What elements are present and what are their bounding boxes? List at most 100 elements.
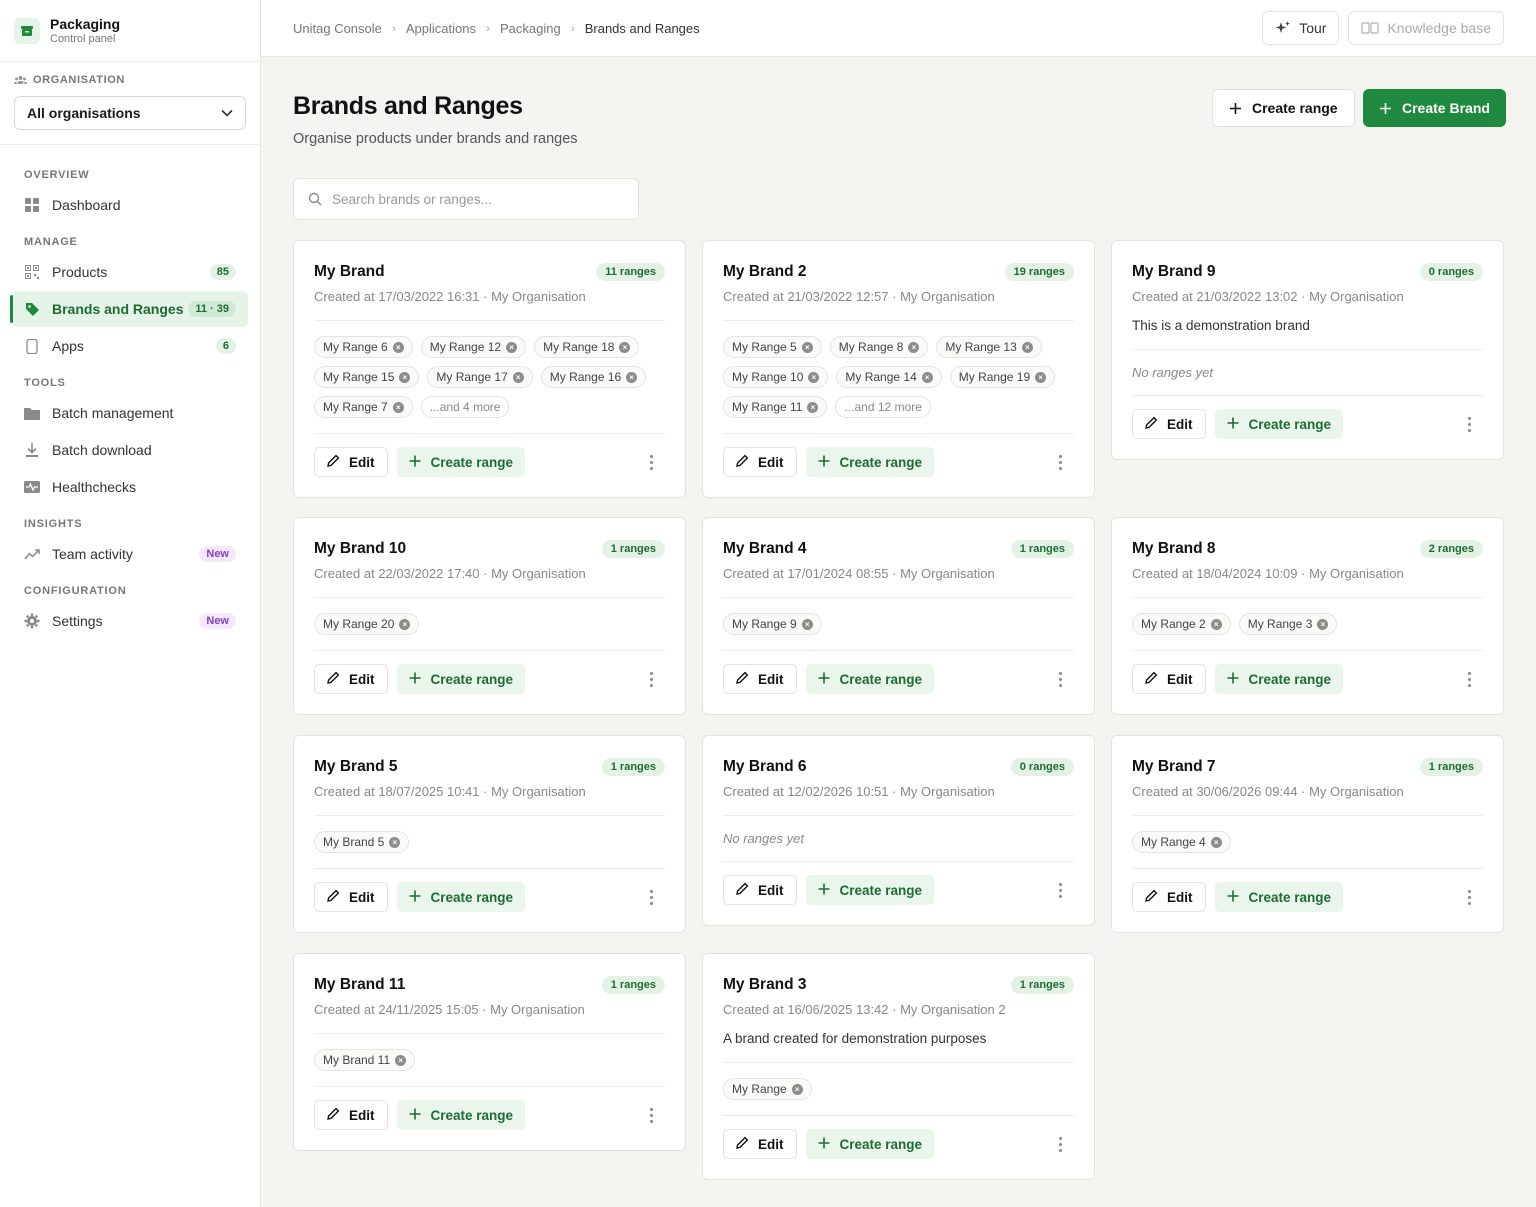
remove-icon[interactable]: × [395,1054,407,1066]
remove-icon[interactable]: × [399,371,411,383]
range-tag[interactable]: My Range 7 × [314,396,413,418]
more-options-icon[interactable] [1459,416,1479,432]
range-tag[interactable]: My Range 5 × [723,336,822,358]
remove-icon[interactable]: × [801,618,813,630]
range-tag[interactable]: My Range 18 × [534,336,640,358]
edit-button[interactable]: Edit [314,664,388,694]
remove-icon[interactable]: × [389,836,401,848]
more-options-icon[interactable] [1459,889,1479,905]
remove-icon[interactable]: × [1035,371,1047,383]
sidebar-item-settings[interactable]: Settings New [12,603,248,639]
range-tag[interactable]: My Range 16 × [540,366,647,388]
sidebar-item-products[interactable]: Products 85 [12,254,248,290]
more-options-icon[interactable] [1050,882,1070,898]
sidebar-item-team-activity[interactable]: Team activity New [12,536,248,572]
edit-button[interactable]: Edit [314,882,388,912]
brand-name[interactable]: My Brand 2 [723,263,807,281]
app-header[interactable]: Packaging Control panel [0,0,260,62]
remove-icon[interactable]: × [512,371,524,383]
brand-name[interactable]: My Brand 10 [314,540,406,558]
brand-name[interactable]: My Brand 4 [723,540,807,558]
more-options-icon[interactable] [1459,671,1479,687]
range-tag[interactable]: My Brand 5 × [314,831,410,853]
remove-icon[interactable]: × [392,401,404,413]
range-tag[interactable]: My Range 15 × [314,366,420,388]
more-ranges-tag[interactable]: ...and 4 more [420,396,510,418]
remove-icon[interactable]: × [626,371,638,383]
range-tag[interactable]: My Range 2 × [1132,613,1231,635]
more-ranges-tag[interactable]: ...and 12 more [835,396,931,418]
create-brand-button[interactable]: Create Brand [1363,89,1506,127]
range-tag[interactable]: My Range × [723,1078,812,1100]
range-tag[interactable]: My Range 17 × [427,366,533,388]
remove-icon[interactable]: × [1210,836,1222,848]
sidebar-item-batch-management[interactable]: Batch management [12,395,248,431]
create-range-button[interactable]: Create range [1214,882,1344,912]
edit-button[interactable]: Edit [314,447,388,477]
range-tag[interactable]: My Brand 11 × [314,1049,416,1071]
more-options-icon[interactable] [1050,454,1070,470]
range-tag[interactable]: My Range 20 × [314,613,420,635]
knowledge-base-button[interactable]: Knowledge base [1348,11,1504,45]
remove-icon[interactable]: × [807,401,819,413]
range-tag[interactable]: My Range 19 × [949,366,1056,388]
create-range-button[interactable]: Create range [1214,409,1344,439]
create-range-button[interactable]: Create range [805,664,935,694]
range-tag[interactable]: My Range 4 × [1132,831,1231,853]
range-tag[interactable]: My Range 14 × [836,366,942,388]
more-options-icon[interactable] [1050,1136,1070,1152]
brand-name[interactable]: My Brand 11 [314,976,405,994]
brand-name[interactable]: My Brand 6 [723,758,807,776]
more-options-icon[interactable] [641,671,661,687]
remove-icon[interactable]: × [791,1083,803,1095]
search-box[interactable] [293,178,639,220]
edit-button[interactable]: Edit [723,447,797,477]
remove-icon[interactable]: × [921,371,933,383]
brand-name[interactable]: My Brand 3 [723,976,807,994]
range-tag[interactable]: My Range 3 × [1238,613,1338,635]
range-tag[interactable]: My Range 6 × [314,336,413,358]
more-options-icon[interactable] [641,454,661,470]
remove-icon[interactable]: × [506,341,518,353]
tour-button[interactable]: Tour [1262,11,1340,45]
more-options-icon[interactable] [641,889,661,905]
edit-button[interactable]: Edit [723,664,797,694]
create-range-button[interactable]: Create range [1214,664,1344,694]
more-options-icon[interactable] [1050,671,1070,687]
remove-icon[interactable]: × [399,618,411,630]
sidebar-item-healthchecks[interactable]: Healthchecks [12,469,248,505]
range-tag[interactable]: My Range 11 × [723,396,828,418]
edit-button[interactable]: Edit [1132,664,1206,694]
create-range-button[interactable]: Create range [396,664,526,694]
range-tag[interactable]: My Range 8 × [829,336,929,358]
remove-icon[interactable]: × [619,341,631,353]
edit-button[interactable]: Edit [1132,882,1206,912]
search-input[interactable] [332,191,624,207]
range-tag[interactable]: My Range 10 × [723,366,829,388]
more-options-icon[interactable] [641,1107,661,1123]
brand-name[interactable]: My Brand [314,263,385,281]
remove-icon[interactable]: × [801,341,813,353]
brand-name[interactable]: My Brand 8 [1132,540,1216,558]
range-tag[interactable]: My Range 9 × [723,613,822,635]
breadcrumb-item[interactable]: Applications [406,21,476,36]
breadcrumb-item[interactable]: Packaging [500,21,561,36]
brand-name[interactable]: My Brand 5 [314,758,398,776]
create-range-button[interactable]: Create range [805,1129,935,1159]
remove-icon[interactable]: × [1021,341,1033,353]
remove-icon[interactable]: × [1317,618,1329,630]
create-range-button[interactable]: Create range [805,875,935,905]
create-range-button[interactable]: Create range [805,447,935,477]
sidebar-item-brands-and-ranges[interactable]: Brands and Ranges 11 · 39 [10,291,248,327]
create-range-button[interactable]: Create range [396,447,526,477]
remove-icon[interactable]: × [908,341,920,353]
breadcrumb-item[interactable]: Unitag Console [293,21,382,36]
brand-name[interactable]: My Brand 7 [1132,758,1216,776]
edit-button[interactable]: Edit [723,1129,797,1159]
brand-name[interactable]: My Brand 9 [1132,263,1216,281]
sidebar-item-dashboard[interactable]: Dashboard [12,187,248,223]
edit-button[interactable]: Edit [723,875,797,905]
range-tag[interactable]: My Range 13 × [936,336,1042,358]
create-range-button[interactable]: Create range [1212,89,1355,127]
edit-button[interactable]: Edit [1132,409,1206,439]
